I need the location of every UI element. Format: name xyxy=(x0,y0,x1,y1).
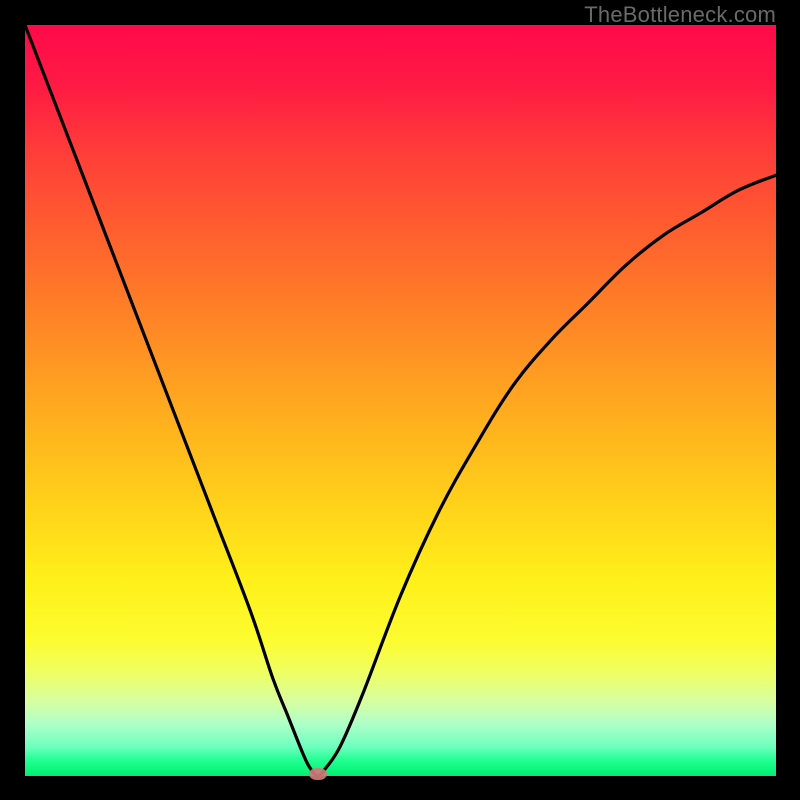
plot-area xyxy=(25,25,776,776)
bottleneck-curve xyxy=(25,25,776,776)
chart-frame: TheBottleneck.com xyxy=(0,0,800,800)
optimal-point-marker xyxy=(309,768,327,780)
